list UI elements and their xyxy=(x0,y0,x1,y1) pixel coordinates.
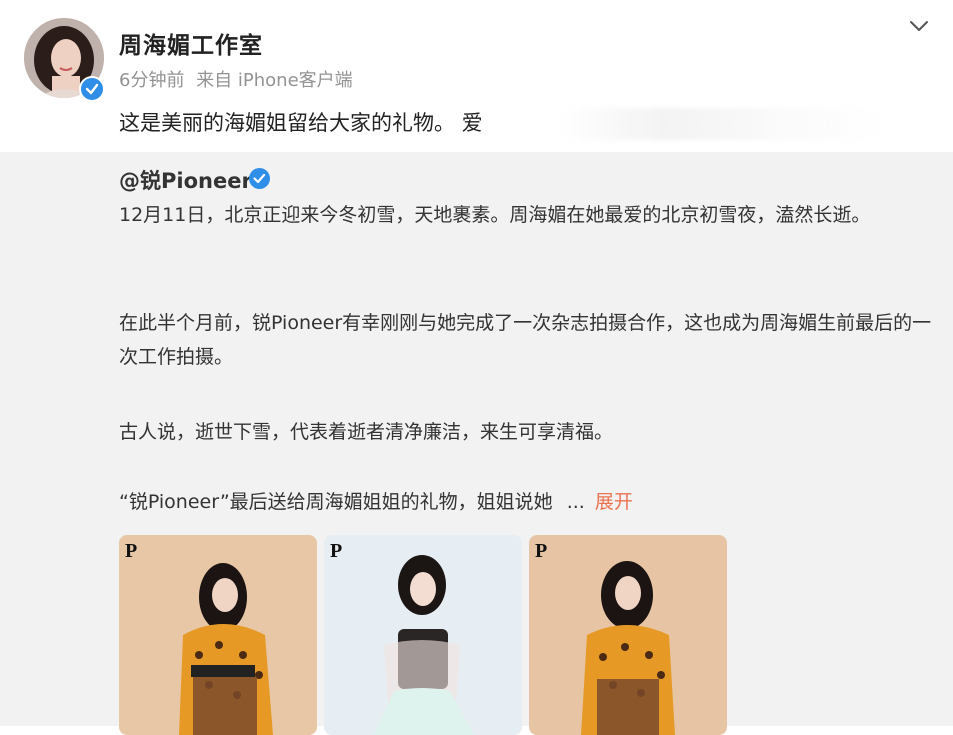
reposted-content: @锐Pioneer 12月11日，北京正迎来今冬初雪，天地裹素。周海媚在她最爱的… xyxy=(0,152,953,735)
repost-paragraph: 在此半个月前，锐Pioneer有幸刚刚与她完成了一次杂志拍摄合作，这也成为周海媚… xyxy=(119,312,932,368)
expand-link[interactable]: 展开 xyxy=(595,491,633,513)
post-time[interactable]: 6分钟前 xyxy=(119,70,184,91)
magazine-logo: P xyxy=(125,540,137,562)
photo-thumbnail-2[interactable]: P xyxy=(324,535,522,735)
verified-badge-icon xyxy=(79,76,105,102)
verified-badge-icon xyxy=(249,168,270,189)
magazine-logo: P xyxy=(535,540,547,562)
photo-thumbnail-1[interactable]: P xyxy=(119,535,317,735)
ellipsis: ... xyxy=(566,491,585,513)
blurred-text-overlay xyxy=(515,108,885,140)
repost-paragraph: 古人说，逝世下雪，代表着逝者清净廉洁，来生可享清福。 xyxy=(119,421,614,443)
repost-paragraph: 12月11日，北京正迎来今冬初雪，天地裹素。周海媚在她最爱的北京初雪夜，溘然长逝… xyxy=(119,204,871,226)
photo-image: P xyxy=(324,535,522,735)
repost-author[interactable]: @锐Pioneer xyxy=(119,165,252,195)
magazine-logo: P xyxy=(330,540,342,562)
post-meta: 6分钟前 来自 iPhone客户端 xyxy=(119,66,359,92)
post-text: 这是美丽的海媚姐留给大家的礼物。 爱 xyxy=(119,111,483,135)
post-header: 周海媚工作室 6分钟前 来自 iPhone客户端 这是美丽的海媚姐留给大家的礼物… xyxy=(0,0,953,152)
photo-image: P xyxy=(119,535,317,735)
repost-paragraph-text: “锐Pioneer”最后送给周海媚姐姐的礼物，姐姐说她 xyxy=(119,491,553,513)
photo-thumbnail-3[interactable]: P xyxy=(529,535,727,735)
photo-image: P xyxy=(529,535,727,735)
repost-paragraph-last: “锐Pioneer”最后送给周海媚姐姐的礼物，姐姐说她 ... 展开 xyxy=(119,485,934,519)
post-source: 来自 iPhone客户端 xyxy=(196,70,353,91)
author-name[interactable]: 周海媚工作室 xyxy=(119,26,263,60)
chevron-down-icon[interactable] xyxy=(905,14,933,38)
